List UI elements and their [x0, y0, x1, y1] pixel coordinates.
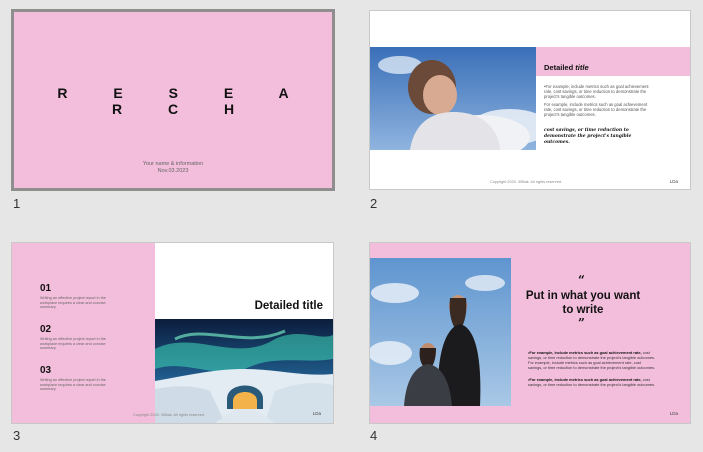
presenter-text: Your name & information	[142, 161, 204, 167]
body-paragraph-2: •For example, include metrics such as go…	[528, 377, 656, 388]
item-number-03: 03	[40, 365, 52, 376]
slide-number-2: 2	[370, 196, 378, 211]
body-paragraph-1: •For example, include metrics such as go…	[528, 350, 656, 371]
slide-thumbnail-3[interactable]: 01 Writing an effective project report i…	[11, 242, 334, 424]
slide-thumbnail-2[interactable]: Detailed title •For example, include met…	[369, 10, 691, 190]
logo-text: LDa	[669, 179, 678, 184]
logo-text: LDa	[669, 411, 678, 416]
copyright-text: Copyright 2025. 30Bak. All rights reserv…	[490, 180, 562, 184]
slide-heading: Put in what you want to write	[525, 290, 641, 316]
item-text-01: Writing an effective project report in t…	[40, 296, 106, 310]
slide-subtitle: Your name & information Nov.03.2023	[14, 161, 332, 175]
quote-close: ”	[578, 316, 585, 330]
pink-panel	[12, 243, 155, 423]
body-paragraph-1: •For example, include metrics such as go…	[544, 84, 649, 100]
slide-thumbnail-4[interactable]: “ Put in what you want to write ” •For e…	[369, 242, 691, 424]
slide-number-4: 4	[370, 428, 378, 443]
body-paragraph-2: For example, include metrics such as goa…	[544, 102, 648, 118]
slide-thumbnail-1[interactable]: R E S E A R C H Your name & information …	[11, 9, 335, 191]
photo-aurora-ice-tunnel	[155, 319, 333, 423]
slide-heading: Detailed title	[544, 63, 589, 72]
handwritten-note: cost savings, or time reduction to demon…	[544, 128, 632, 145]
photo-woman-sky	[370, 47, 536, 150]
item-number-01: 01	[40, 283, 52, 294]
logo-text: LDa	[312, 411, 321, 416]
photo-two-women-sky	[370, 258, 511, 406]
item-number-02: 02	[40, 324, 52, 335]
slide-number-1: 1	[13, 196, 21, 211]
slide-heading: Detailed title	[254, 300, 323, 312]
item-text-02: Writing an effective project report in t…	[40, 337, 106, 351]
copyright-text: Copyright 2025. 30Bak. All rights reserv…	[133, 413, 205, 417]
item-text-03: Writing an effective project report in t…	[40, 378, 106, 392]
date-text: Nov.03.2023	[157, 168, 189, 174]
heading-italic: title	[575, 63, 589, 72]
slide-number-3: 3	[13, 428, 21, 443]
heading-main: Detailed	[544, 63, 574, 72]
slide-title: R E S E A R C H	[57, 85, 310, 117]
quote-open: “	[578, 273, 585, 287]
